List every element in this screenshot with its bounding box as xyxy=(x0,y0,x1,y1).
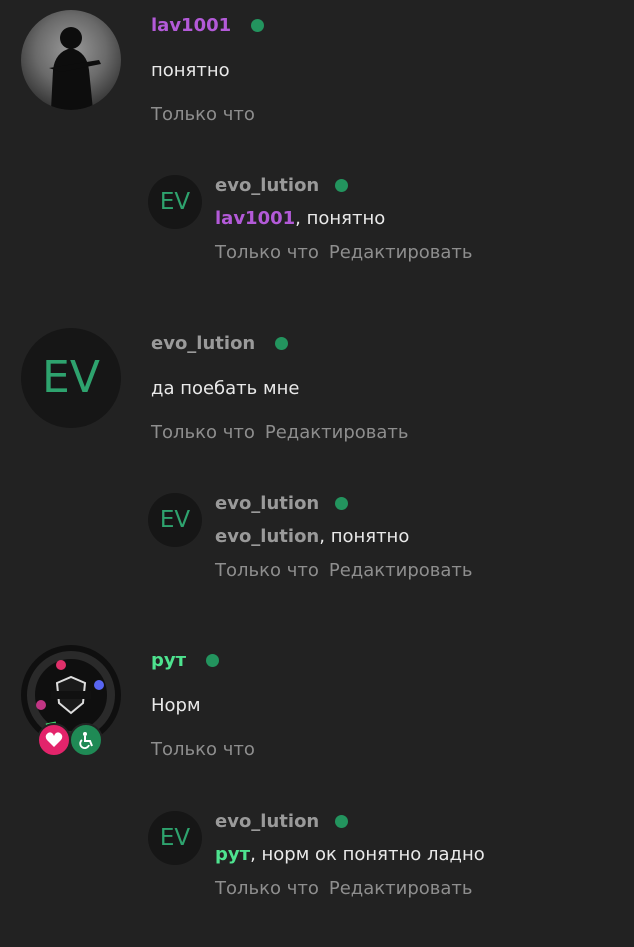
comment-meta: Только что xyxy=(151,738,255,762)
author-name[interactable]: evo_lution xyxy=(215,811,319,832)
comment-meta: Только что xyxy=(151,103,264,127)
reply-text: , понятно xyxy=(295,208,386,229)
comment-meta: Только что Редактировать xyxy=(215,877,485,901)
edit-link[interactable]: Редактировать xyxy=(329,242,473,263)
avatar-initials: EV xyxy=(159,824,191,851)
timestamp: Только что xyxy=(215,242,319,263)
comment-text: Норм xyxy=(151,695,201,716)
mention-link[interactable]: рут xyxy=(215,844,250,865)
avatar[interactable] xyxy=(21,10,121,110)
timestamp: Только что xyxy=(151,104,255,125)
author-name[interactable]: evo_lution xyxy=(215,175,319,196)
avatar-initials: EV xyxy=(159,188,191,215)
mention-link[interactable]: lav1001 xyxy=(215,208,295,229)
avatar[interactable]: EV xyxy=(148,493,202,547)
timestamp: Только что xyxy=(215,878,319,899)
edit-link[interactable]: Редактировать xyxy=(265,422,409,443)
avatar-initials: EV xyxy=(159,506,191,533)
author-name[interactable]: evo_lution xyxy=(215,493,319,514)
comment-meta: Только что Редактировать xyxy=(215,241,473,265)
online-indicator xyxy=(275,336,289,350)
author-name[interactable]: evo_lution xyxy=(151,333,255,354)
author-name[interactable]: lav1001 xyxy=(151,15,231,36)
online-indicator xyxy=(335,178,349,192)
online-indicator xyxy=(251,18,265,32)
avatar[interactable]: EV xyxy=(148,175,202,229)
avatar-initials: EV xyxy=(42,352,100,403)
comment-meta: Только что Редактировать xyxy=(151,421,409,445)
timestamp: Только что xyxy=(151,739,255,760)
avatar[interactable]: EV xyxy=(148,811,202,865)
edit-link[interactable]: Редактировать xyxy=(329,878,473,899)
online-indicator xyxy=(335,496,349,510)
heart-icon xyxy=(45,732,63,747)
reply-text: , норм ок понятно ладно xyxy=(250,844,485,865)
heart-badge-icon xyxy=(37,723,71,757)
comment-feed: lav1001 понятно Только что EV evo_lution… xyxy=(0,0,634,947)
online-indicator xyxy=(335,814,349,828)
wheelchair-badge-icon xyxy=(69,723,103,757)
author-name[interactable]: рут xyxy=(151,650,186,671)
timestamp: Только что xyxy=(151,422,255,443)
comment-text: evo_lution, понятно xyxy=(215,525,473,549)
comment-meta: Только что Редактировать xyxy=(215,559,473,583)
timestamp: Только что xyxy=(215,560,319,581)
edit-link[interactable]: Редактировать xyxy=(329,560,473,581)
comment-text: lav1001, понятно xyxy=(215,207,473,231)
comment-text: да поебать мне xyxy=(151,378,300,399)
wheelchair-icon xyxy=(79,732,93,749)
comment-text: понятно xyxy=(151,60,230,81)
comment-text: рут, норм ок понятно ладно xyxy=(215,843,485,867)
avatar[interactable]: EV xyxy=(21,328,121,428)
reply-text: , понятно xyxy=(319,526,410,547)
mention-link[interactable]: evo_lution xyxy=(215,526,319,547)
online-indicator xyxy=(206,653,220,667)
user-photo-icon xyxy=(49,27,101,110)
